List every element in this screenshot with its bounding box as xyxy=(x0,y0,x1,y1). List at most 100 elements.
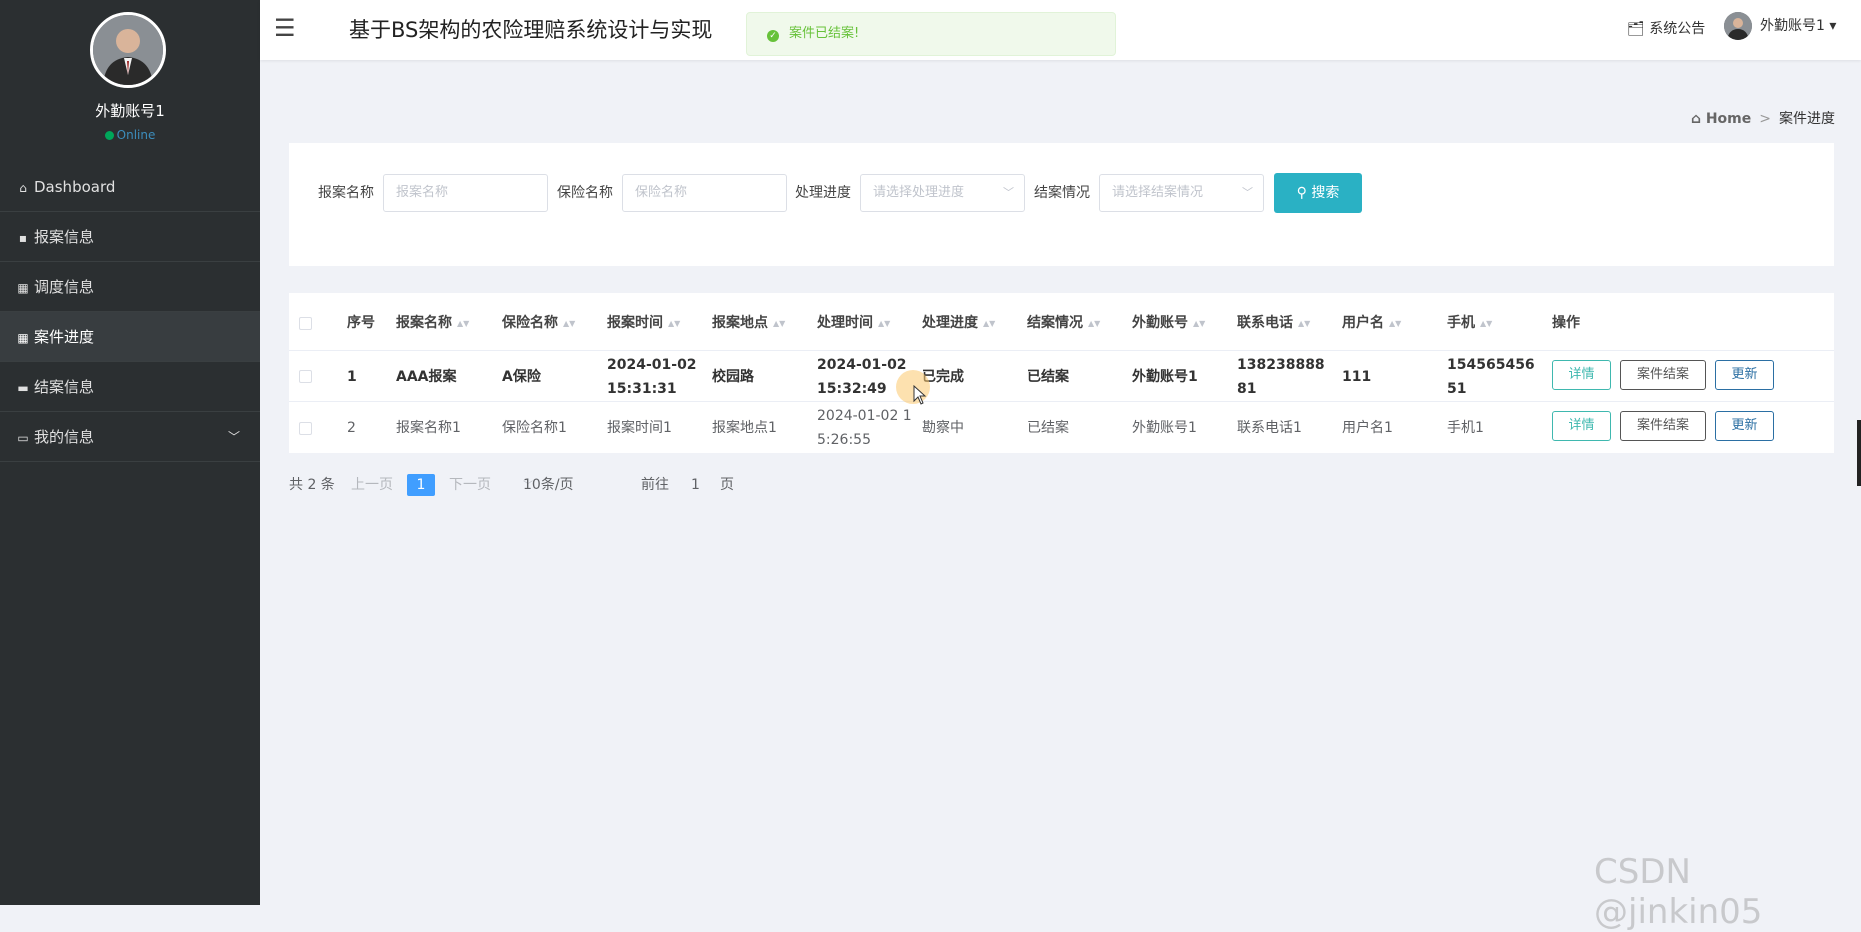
search-button[interactable]: ⚲ 搜索 xyxy=(1274,173,1362,213)
check-circle-icon: ✓ xyxy=(767,30,779,42)
sort-icon[interactable]: ▲▼ xyxy=(457,314,469,334)
insurance-name-label: 保险名称 xyxy=(557,185,613,201)
user-card-icon: ▭ xyxy=(17,431,29,445)
row-checkbox[interactable] xyxy=(299,370,312,383)
sort-icon[interactable]: ▲▼ xyxy=(1193,314,1205,334)
search-icon: ⚲ xyxy=(1296,185,1307,201)
header-label: 手机 xyxy=(1447,315,1475,331)
cell-phone: 138238888 81 xyxy=(1237,353,1325,401)
goto-page-input[interactable]: 1 xyxy=(691,474,700,496)
page-size-value: 10条/页 xyxy=(523,477,574,493)
update-button[interactable]: 更新 xyxy=(1715,360,1774,390)
cell-report-time: 2024-01-02 15:31:31 xyxy=(607,353,697,401)
next-page-button[interactable]: 下一页 xyxy=(449,474,491,496)
watermark: CSDN @jinkin05 xyxy=(1594,852,1763,932)
breadcrumb-home[interactable]: ⌂ Home xyxy=(1691,111,1751,127)
sort-icon[interactable]: ▲▼ xyxy=(563,314,575,334)
sort-icon[interactable]: ▲▼ xyxy=(1088,314,1100,334)
col-header-case-name[interactable]: 报案名称 ▲▼ xyxy=(396,313,469,334)
sidebar: 外勤账号1 Online ⌂ Dashboard ▪ 报案信息 ▦ 调度信息 ▦ 案件进… xyxy=(0,0,260,905)
sidebar-item-case-progress[interactable]: ▦ 案件进度 xyxy=(0,312,260,362)
cell-mobile: 手机1 xyxy=(1447,420,1484,436)
col-header-username[interactable]: 用户名 ▲▼ xyxy=(1342,313,1401,334)
col-header-no: 序号 xyxy=(347,315,375,331)
insurance-name-input[interactable]: 保险名称 xyxy=(622,174,787,212)
close-case-button[interactable]: 案件结案 xyxy=(1620,360,1706,390)
breadcrumb: ⌂ Home > 案件进度 xyxy=(1691,108,1835,128)
sidebar-item-closing-info[interactable]: ▬ 结案信息 xyxy=(0,362,260,412)
col-header-mobile[interactable]: 手机 ▲▼ xyxy=(1447,313,1492,334)
header-label: 报案地点 xyxy=(712,315,768,331)
cell-account: 外勤账号1 xyxy=(1132,369,1198,385)
user-avatar[interactable] xyxy=(90,12,166,88)
cell-text: 15:32:49 xyxy=(817,381,887,397)
update-button[interactable]: 更新 xyxy=(1715,411,1774,441)
sidebar-item-dashboard[interactable]: ⌂ Dashboard xyxy=(0,162,260,212)
col-header-phone[interactable]: 联系电话 ▲▼ xyxy=(1237,313,1310,334)
col-header-report-time[interactable]: 报案时间 ▲▼ xyxy=(607,313,680,334)
cell-text: 5:26:55 xyxy=(817,432,871,448)
sort-icon[interactable]: ▲▼ xyxy=(773,314,785,334)
col-header-closing[interactable]: 结案情况 ▲▼ xyxy=(1027,313,1100,334)
sort-icon[interactable]: ▲▼ xyxy=(1389,314,1401,334)
avatar-image xyxy=(93,15,163,85)
case-table: 序号 报案名称 ▲▼ 保险名称 ▲▼ 报案时间 ▲▼ 报案地点 ▲▼ 处理时间 ▲▼ 处理… xyxy=(289,293,1834,453)
breadcrumb-current: 案件进度 xyxy=(1779,111,1835,127)
detail-button[interactable]: 详情 xyxy=(1552,411,1611,441)
cell-phone: 联系电话1 xyxy=(1237,420,1302,436)
cell-report-place: 校园路 xyxy=(712,369,754,385)
mouse-cursor-icon xyxy=(913,385,927,405)
top-username: 外勤账号1 xyxy=(1760,18,1825,34)
case-name-input[interactable]: 报案名称 xyxy=(383,174,548,212)
menu-toggle-icon[interactable]: ☰ xyxy=(274,16,296,40)
grid-icon: ▦ xyxy=(17,331,29,345)
progress-select[interactable]: 请选择处理进度 ﹀ xyxy=(860,174,1025,212)
header-label: 联系电话 xyxy=(1237,315,1293,331)
close-case-button[interactable]: 案件结案 xyxy=(1620,411,1706,441)
col-header-process-time[interactable]: 处理时间 ▲▼ xyxy=(817,313,890,334)
col-header-account[interactable]: 外勤账号 ▲▼ xyxy=(1132,313,1205,334)
pagination-total: 共 2 条 xyxy=(289,477,335,493)
cell-mobile: 154565456 51 xyxy=(1447,353,1535,401)
header-label: 报案名称 xyxy=(396,315,452,331)
col-header-insurance-name[interactable]: 保险名称 ▲▼ xyxy=(502,313,575,334)
detail-button[interactable]: 详情 xyxy=(1552,360,1611,390)
closing-select[interactable]: 请选择结案情况 ﹀ xyxy=(1099,174,1264,212)
sort-icon[interactable]: ▲▼ xyxy=(668,314,680,334)
sort-icon[interactable]: ▲▼ xyxy=(983,314,995,334)
page-number-1[interactable]: 1 xyxy=(407,474,435,496)
notice-link[interactable]: 🗂 系统公告 xyxy=(1627,18,1705,38)
sidebar-item-dispatch-info[interactable]: ▦ 调度信息 xyxy=(0,262,260,312)
sidebar-item-label: 报案信息 xyxy=(34,228,95,246)
row-checkbox[interactable] xyxy=(299,422,312,435)
search-button-label: 搜索 xyxy=(1311,185,1340,201)
grid-icon: ▦ xyxy=(17,281,29,295)
sort-icon[interactable]: ▲▼ xyxy=(878,314,890,334)
home-icon: ⌂ xyxy=(19,181,27,195)
prev-page-button[interactable]: 上一页 xyxy=(351,474,393,496)
cell-closing: 已结案 xyxy=(1027,420,1069,436)
cell-text: 138238888 xyxy=(1237,357,1325,373)
col-header-actions: 操作 xyxy=(1552,315,1580,331)
cell-text: 2024-01-02 1 xyxy=(817,408,912,424)
sort-icon[interactable]: ▲▼ xyxy=(1480,314,1492,334)
sidebar-item-label: Dashboard xyxy=(34,178,116,196)
sidebar-item-report-info[interactable]: ▪ 报案信息 xyxy=(0,212,260,262)
sidebar-item-my-info[interactable]: ▭ 我的信息 ﹀ xyxy=(0,412,260,462)
header-label: 外勤账号 xyxy=(1132,315,1188,331)
header-label: 处理时间 xyxy=(817,315,873,331)
success-toast: ✓ 案件已结案! xyxy=(746,12,1116,56)
case-name-label: 报案名称 xyxy=(318,185,374,201)
system-title: 基于BS架构的农险理赔系统设计与实现 xyxy=(349,18,713,42)
scroll-handle[interactable] xyxy=(1857,420,1861,486)
cell-text: 2024-01-02 xyxy=(607,357,697,373)
page-size-select[interactable]: 10条/页 ﹀ xyxy=(523,474,574,498)
sort-icon[interactable]: ▲▼ xyxy=(1298,314,1310,334)
col-header-report-place[interactable]: 报案地点 ▲▼ xyxy=(712,313,785,334)
breadcrumb-home-label: Home xyxy=(1705,111,1752,127)
cell-text: 2024-01-02 xyxy=(817,357,907,373)
col-header-progress[interactable]: 处理进度 ▲▼ xyxy=(922,313,995,334)
user-dropdown[interactable]: 外勤账号1 ▾ xyxy=(1724,12,1836,40)
select-all-checkbox[interactable] xyxy=(299,317,312,330)
row-divider xyxy=(289,401,1834,402)
